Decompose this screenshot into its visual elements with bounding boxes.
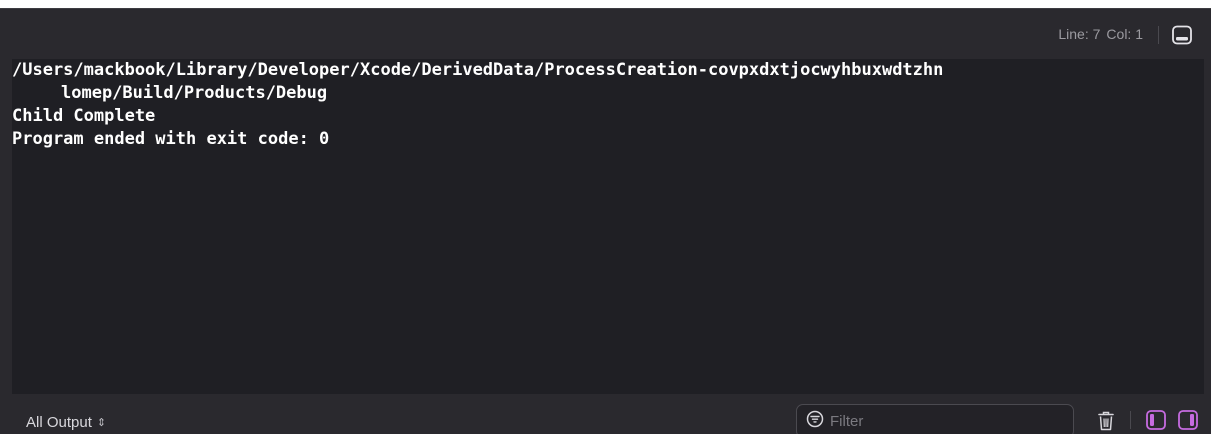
console-line: /Users/mackbook/Library/Developer/Xcode/… (12, 60, 944, 80)
output-selector-label: All Output (26, 414, 92, 431)
debug-console-window: Line: 7 Col: 1 /Users/mackbook/Library/D… (0, 8, 1211, 434)
console-line: Program ended with exit code: 0 (12, 129, 330, 149)
console-line: Child Complete (12, 106, 156, 126)
bottom-panel-icon[interactable] (1171, 24, 1193, 46)
toolbar-divider (1130, 411, 1131, 429)
header-divider (1158, 26, 1159, 44)
console-output[interactable]: /Users/mackbook/Library/Developer/Xcode/… (12, 59, 1204, 394)
left-pane-icon[interactable] (1145, 409, 1167, 431)
filter-input[interactable] (830, 412, 1050, 430)
console-line: lomep/Build/Products/Debug (61, 83, 328, 103)
trash-icon[interactable] (1097, 410, 1115, 432)
console-header: Line: 7 Col: 1 (0, 9, 1211, 59)
filter-field[interactable] (796, 404, 1074, 434)
line-indicator: Line: 7 (1058, 26, 1101, 42)
console-toolbar: All Output ⇕ (0, 394, 1211, 434)
right-pane-icon[interactable] (1177, 409, 1199, 431)
output-selector[interactable]: All Output ⇕ (26, 414, 106, 431)
column-indicator: Col: 1 (1106, 26, 1143, 42)
chevron-updown-icon: ⇕ (96, 417, 107, 429)
filter-icon (806, 410, 824, 433)
cursor-position: Line: 7 Col: 1 (1058, 24, 1143, 44)
